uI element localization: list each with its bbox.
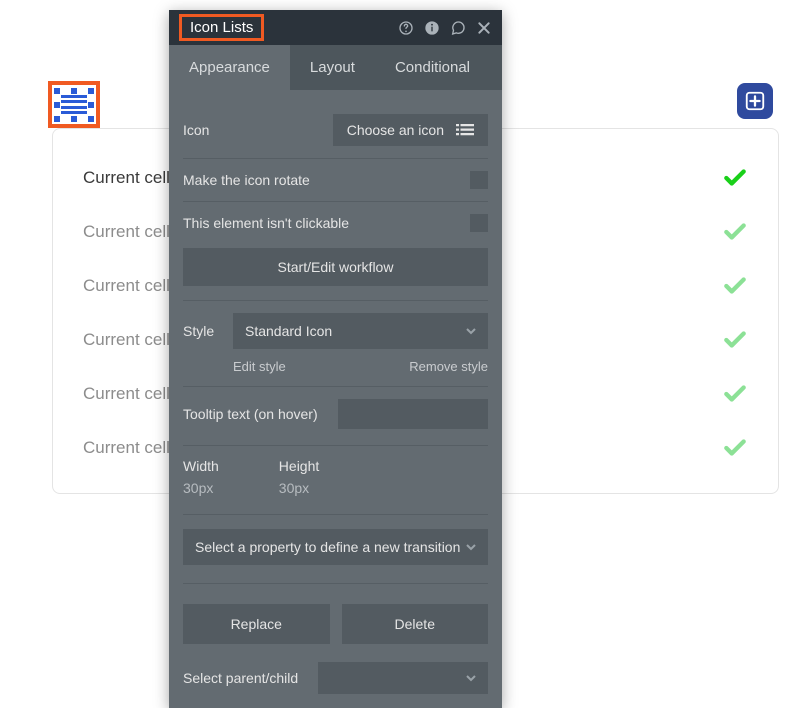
clickable-label: This element isn't clickable <box>183 215 349 231</box>
remove-style-link[interactable]: Remove style <box>409 359 488 374</box>
style-select[interactable]: Standard Icon <box>233 313 488 349</box>
tab-layout[interactable]: Layout <box>290 45 375 90</box>
check-icon <box>722 327 748 353</box>
parent-select[interactable] <box>318 662 488 694</box>
delete-button[interactable]: Delete <box>342 604 489 644</box>
height-value: 30px <box>279 480 319 496</box>
help-icon[interactable] <box>398 20 414 36</box>
panel-body: Icon Choose an icon Make the icon rotate… <box>169 90 502 708</box>
tab-appearance[interactable]: Appearance <box>169 45 290 90</box>
tab-conditional[interactable]: Conditional <box>375 45 490 90</box>
style-value: Standard Icon <box>245 323 332 339</box>
panel-title: Icon Lists <box>179 14 264 41</box>
property-panel: Icon Lists Appearance Layout Conditional… <box>169 10 502 708</box>
panel-tabs: Appearance Layout Conditional <box>169 45 502 90</box>
chevron-down-icon <box>466 539 476 555</box>
clickable-checkbox[interactable] <box>470 214 488 232</box>
panel-header[interactable]: Icon Lists <box>169 10 502 45</box>
close-icon[interactable] <box>476 20 492 36</box>
rotate-label: Make the icon rotate <box>183 172 310 188</box>
width-label: Width <box>183 458 219 474</box>
icon-label: Icon <box>183 122 209 138</box>
tooltip-label: Tooltip text (on hover) <box>183 406 318 422</box>
edit-style-link[interactable]: Edit style <box>233 359 286 374</box>
check-icon <box>722 219 748 245</box>
check-icon <box>722 273 748 299</box>
check-icon <box>722 435 748 461</box>
plus-icon <box>744 90 766 112</box>
check-icon <box>722 165 748 191</box>
transition-select[interactable]: Select a property to define a new transi… <box>183 529 488 565</box>
style-label: Style <box>183 323 227 339</box>
parent-label: Select parent/child <box>183 670 298 686</box>
chevron-down-icon <box>466 670 476 686</box>
add-element-button[interactable] <box>737 83 773 119</box>
selected-icon-handle[interactable] <box>48 81 100 128</box>
width-value: 30px <box>183 480 219 496</box>
rotate-checkbox[interactable] <box>470 171 488 189</box>
choose-icon-label: Choose an icon <box>347 122 444 138</box>
comment-icon[interactable] <box>450 20 466 36</box>
list-icon <box>456 123 474 137</box>
choose-icon-button[interactable]: Choose an icon <box>333 114 488 146</box>
chevron-down-icon <box>466 323 476 339</box>
height-label: Height <box>279 458 319 474</box>
check-icon <box>722 381 748 407</box>
info-icon[interactable] <box>424 20 440 36</box>
workflow-button[interactable]: Start/Edit workflow <box>183 248 488 286</box>
replace-button[interactable]: Replace <box>183 604 330 644</box>
tooltip-input[interactable] <box>338 399 488 429</box>
transition-placeholder: Select a property to define a new transi… <box>195 539 460 555</box>
